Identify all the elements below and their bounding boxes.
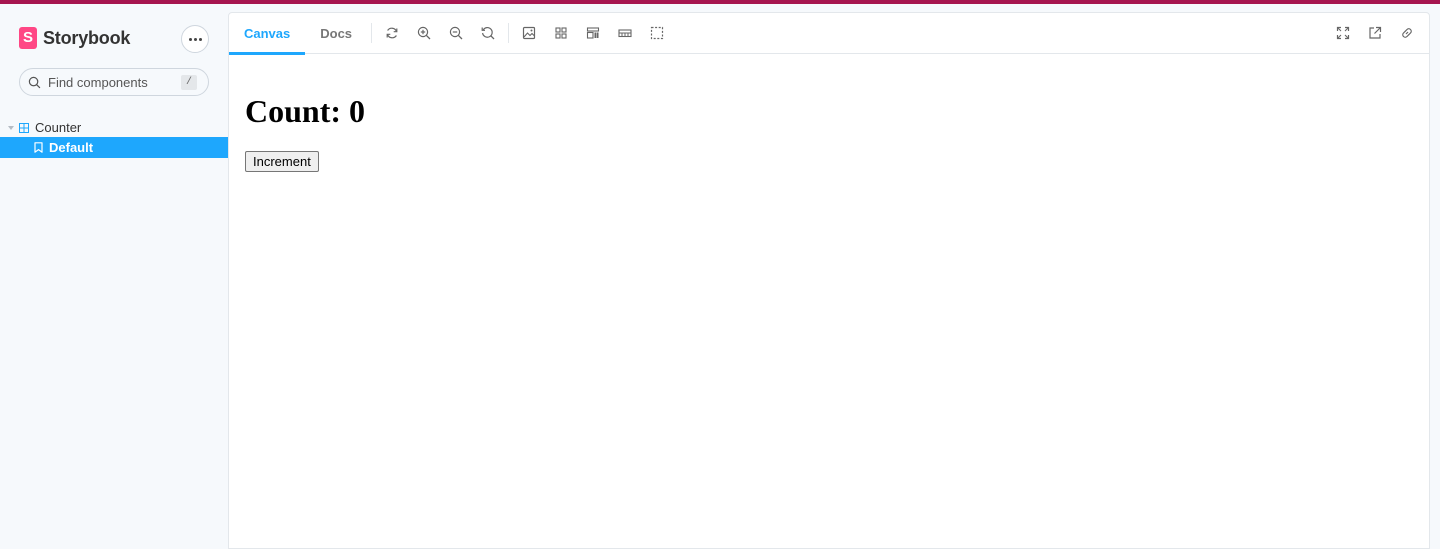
toolbar-divider <box>508 23 510 43</box>
search-icon <box>20 76 48 89</box>
sidebar: S Storybook / Counter Default <box>0 4 228 549</box>
viewport-button[interactable] <box>577 13 609 54</box>
more-options-button[interactable] <box>181 25 209 53</box>
search-input[interactable] <box>48 74 168 90</box>
tree-component-counter[interactable]: Counter <box>0 118 228 137</box>
outline-button[interactable] <box>641 13 673 54</box>
count-heading: Count: 0 <box>245 93 366 129</box>
toolbar: Canvas Docs <box>229 13 1429 55</box>
brand-name: Storybook <box>43 27 131 48</box>
ellipsis-icon <box>188 37 192 41</box>
reload-button[interactable] <box>376 13 408 54</box>
expand-caret-icon[interactable] <box>8 125 14 130</box>
background-icon <box>522 26 536 40</box>
zoom-in-icon <box>417 26 431 40</box>
zoom-reset-button[interactable] <box>472 13 504 54</box>
zoom-in-button[interactable] <box>408 13 440 54</box>
grid-icon <box>555 27 567 39</box>
component-icon <box>19 122 29 133</box>
brand[interactable]: S Storybook <box>19 27 130 49</box>
tab-docs[interactable]: Docs <box>305 13 367 54</box>
tree-story-default[interactable]: Default <box>0 137 228 158</box>
open-new-tab-button[interactable] <box>1359 13 1391 54</box>
search-box: / <box>19 68 209 96</box>
viewport-icon <box>586 27 600 39</box>
search-shortcut-badge: / <box>181 75 197 90</box>
component-tree: Counter Default <box>0 118 228 158</box>
story-canvas: Count: 0 Increment <box>245 93 365 172</box>
fullscreen-icon <box>1336 26 1350 40</box>
zoom-out-button[interactable] <box>440 13 472 54</box>
increment-button[interactable]: Increment <box>245 151 319 172</box>
open-new-tab-icon <box>1369 26 1382 39</box>
tree-story-label: Default <box>49 140 94 155</box>
background-button[interactable] <box>513 13 545 54</box>
grid-button[interactable] <box>545 13 577 54</box>
bookmark-icon <box>34 142 43 153</box>
reload-icon <box>386 27 398 39</box>
tree-component-label: Counter <box>35 120 82 135</box>
storybook-logo-icon: S <box>19 27 37 49</box>
copy-link-icon <box>1402 28 1412 38</box>
fullscreen-button[interactable] <box>1327 13 1359 54</box>
preview-panel: Canvas Docs Count: 0 Increment <box>228 12 1430 549</box>
copy-link-button[interactable] <box>1391 13 1423 54</box>
outline-icon <box>650 26 664 40</box>
zoom-out-icon <box>449 26 463 40</box>
measure-icon <box>618 29 632 38</box>
toolbar-divider <box>371 23 373 43</box>
right-toolbar <box>1327 13 1423 54</box>
measure-button[interactable] <box>609 13 641 54</box>
tab-canvas[interactable]: Canvas <box>229 13 306 55</box>
zoom-reset-icon <box>481 27 495 40</box>
